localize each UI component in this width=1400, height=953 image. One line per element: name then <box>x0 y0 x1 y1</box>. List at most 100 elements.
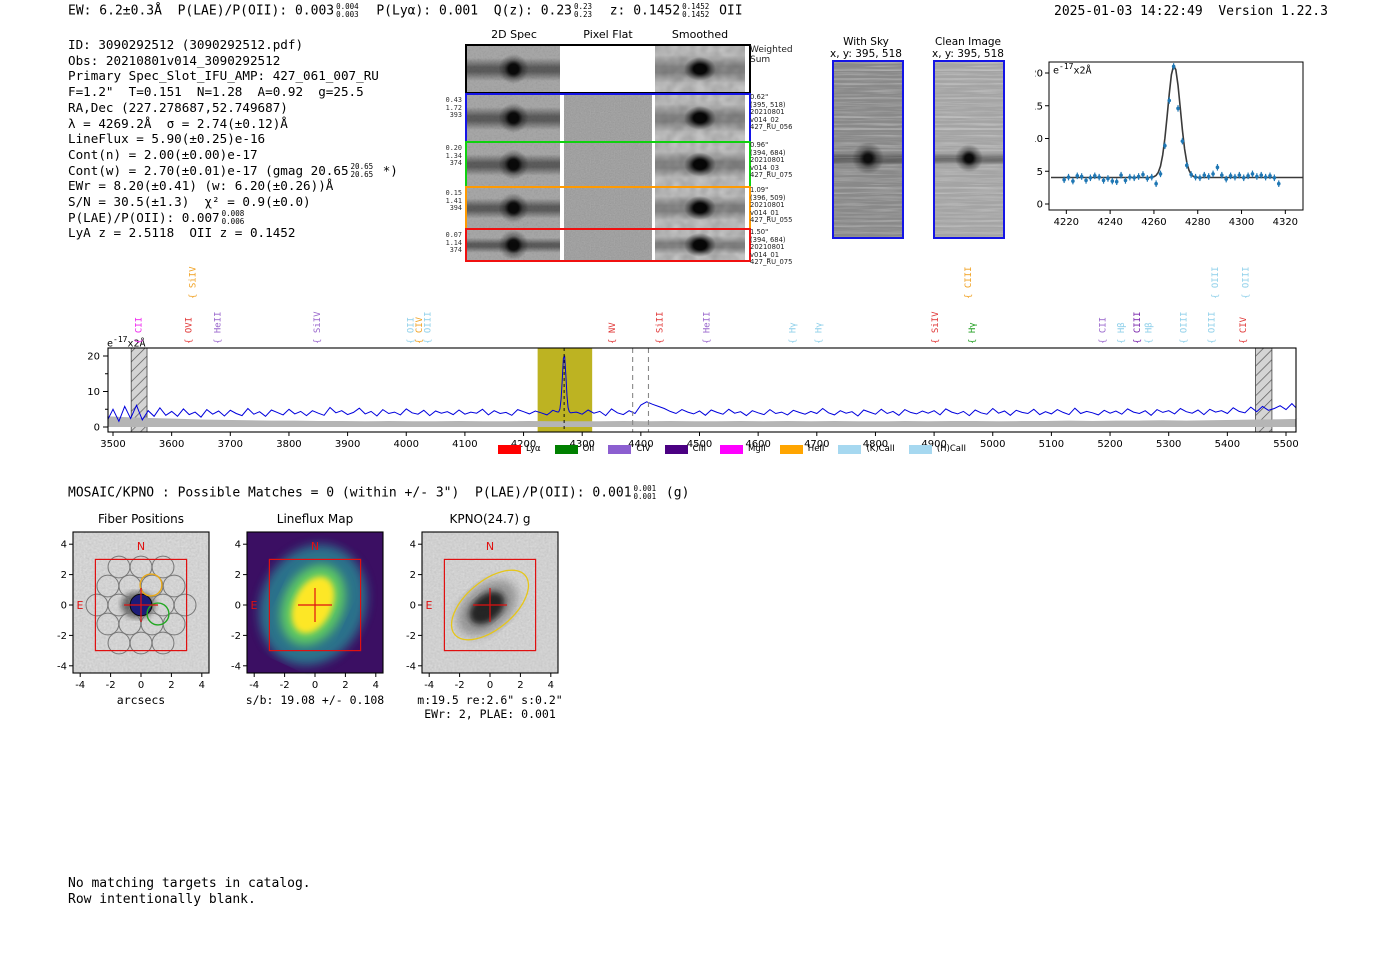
legend-swatch <box>664 444 688 454</box>
clean-image-label: Clean Image <box>934 36 1002 48</box>
svg-text:-4: -4 <box>424 680 434 691</box>
footer-notes: No matching targets in catalog. Row inten… <box>68 876 311 907</box>
legend-item: HeII <box>779 444 824 454</box>
cell-2d-spec <box>467 95 560 141</box>
svg-text:2: 2 <box>61 570 67 581</box>
emission-line-label: { OIII <box>1241 266 1251 299</box>
svg-text:4240: 4240 <box>1097 217 1122 228</box>
svg-text:2: 2 <box>342 680 348 691</box>
emission-line-label: { Hγ <box>968 322 978 344</box>
emission-line-label: { SiIV <box>931 311 941 344</box>
legend-swatch <box>608 444 632 454</box>
svg-text:0: 0 <box>94 423 100 434</box>
svg-text:0: 0 <box>410 601 416 612</box>
line-fit-inset-plot: 4220 4240 4260 4280 4300 4320 0 5 10 15 20 <box>1030 52 1345 246</box>
info-line: LyA z = 2.5118 OII z = 0.1452 <box>68 225 296 241</box>
cell-pixel-flat <box>564 46 652 92</box>
row-fiber-annotation: 0.96" (394, 684) 20210801 v014_03 427_RU_075 <box>750 141 793 180</box>
col-title-pixel-flat: Pixel Flat <box>583 28 633 41</box>
cell-2d-spec <box>467 46 560 92</box>
fiber-positions-panel: 4 2 0 -2 -4 -4 -2 0 2 4 N Earcsecs <box>56 520 231 729</box>
svg-text:E: E <box>77 599 84 612</box>
svg-text:3600: 3600 <box>159 439 184 450</box>
svg-text:4280: 4280 <box>1185 217 1210 228</box>
svg-text:4: 4 <box>199 680 205 691</box>
info-line: P(LAE)/P(OII): 0.007 0.008 0.006 <box>68 209 245 226</box>
svg-text:-2: -2 <box>106 680 116 691</box>
cell-smoothed <box>655 188 745 228</box>
row-weight-labels: 0.43 1.72 393 <box>445 96 462 120</box>
svg-text:4300: 4300 <box>1229 217 1254 228</box>
cell-2d-spec <box>467 143 560 186</box>
legend-label: Lyα <box>526 444 541 454</box>
svg-text:4: 4 <box>235 540 241 551</box>
svg-text:4: 4 <box>548 680 554 691</box>
elixer-report-page: EW: 6.2±0.3Å P(LAE)/P(OII): 0.003 0.004 0.… <box>0 0 1400 953</box>
svg-text:arcsecs: arcsecs <box>117 693 165 707</box>
svg-text:10: 10 <box>1035 134 1043 145</box>
emission-line-label: { CIII <box>964 266 974 299</box>
svg-text:2: 2 <box>168 680 174 691</box>
detection-info-block: ID: 3090292512 (3090292512.pdf) Obs: 2021… <box>68 37 398 241</box>
info-line: S/N = 30.5(±1.3) χ² = 0.9(±0.0) <box>68 194 311 210</box>
emission-line-label: { HeII <box>213 311 223 344</box>
svg-text:5300: 5300 <box>1156 439 1181 450</box>
svg-text:-4: -4 <box>231 661 241 672</box>
info-line: Cont(n) = 2.00(±0.00)e-17 <box>68 146 258 162</box>
cell-2d-spec <box>467 188 560 228</box>
legend-item: MgII <box>720 444 766 454</box>
svg-text:0: 0 <box>235 601 241 612</box>
svg-text:-4: -4 <box>75 680 85 691</box>
footer-line: Row intentionally blank. <box>68 891 256 907</box>
legend-item: CIII <box>664 444 706 454</box>
svg-text:N: N <box>137 540 145 553</box>
full-spectrum-plot: 3500 3600 3700 3800 3900 4000 4100 4200 4300 4400… <box>87 266 1340 455</box>
legend-swatch <box>554 444 578 454</box>
svg-text:2: 2 <box>235 570 241 581</box>
svg-text:5000: 5000 <box>980 439 1005 450</box>
emission-line-label: { SiIV <box>313 311 323 344</box>
with-sky-label: With Sky <box>843 36 889 48</box>
info-line: RA,Dec (227.278687,52.749687) <box>68 99 288 115</box>
svg-text:N: N <box>311 540 319 553</box>
cutout-row <box>465 228 751 262</box>
catalog-matches-line: MOSAIC/KPNO : Possible Matches = 0 (with… <box>68 484 690 501</box>
row-weight-labels: 0.07 1.14 374 <box>445 231 462 255</box>
info-line: EWr = 8.20(±0.41) (w: 6.20(±0.26))Å <box>68 178 334 194</box>
inset-unit-label: e-17x2Å <box>1053 62 1092 77</box>
legend-item: (K)CaII <box>838 444 895 454</box>
cell-smoothed <box>655 95 745 141</box>
cell-pixel-flat <box>564 230 652 260</box>
svg-text:E: E <box>251 599 258 612</box>
emission-line-label: { CIV <box>1239 316 1249 344</box>
emission-line-label: { OVI <box>185 317 195 344</box>
svg-text:-2: -2 <box>406 631 416 642</box>
legend-label: CIV <box>636 444 651 454</box>
emission-line-label: { Hγ <box>814 322 824 344</box>
svg-text:20: 20 <box>88 352 100 363</box>
cutout-row <box>465 44 751 94</box>
emission-line-label: { Hγ <box>789 322 799 344</box>
cell-pixel-flat <box>564 143 652 186</box>
svg-text:4100: 4100 <box>452 439 477 450</box>
svg-text:-4: -4 <box>406 661 416 672</box>
date-version: 2025-01-03 14:22:49 Version 1.22.3 <box>1054 4 1328 19</box>
svg-text:0: 0 <box>312 680 318 691</box>
emission-line-label: { Hβ <box>1145 322 1155 344</box>
info-line: LineFlux = 5.90(±0.25)e-16 <box>68 131 266 147</box>
legend-label: (H)CaII <box>936 444 966 454</box>
summary-header: EW: 6.2±0.3Å P(LAE)/P(OII): 0.003 0.004 0.… <box>68 2 743 19</box>
svg-text:-2: -2 <box>455 680 465 691</box>
emission-line-label: { OIII <box>1207 311 1217 344</box>
emission-line-label: { OIII <box>1179 311 1189 344</box>
svg-text:2: 2 <box>410 570 416 581</box>
emission-line-label: { OIII <box>423 311 433 344</box>
svg-text:N: N <box>486 540 494 553</box>
svg-text:4320: 4320 <box>1273 217 1298 228</box>
lineflux-map-panel: 4 2 0 -2 -4 -4 -2 0 2 4 N Es/b: 19.08 +/- 0.108 <box>230 520 405 729</box>
col-title-2d-spec: 2D Spec <box>491 28 537 41</box>
emission-line-label: { CII <box>135 317 145 344</box>
spectrum-legend: Lyα OII CIV CIII MgII HeII (K)CaII (H)CaII <box>498 444 966 454</box>
legend-item: Lyα <box>498 444 541 454</box>
clean-image-coords: x, y: 395, 518 <box>932 48 1004 60</box>
